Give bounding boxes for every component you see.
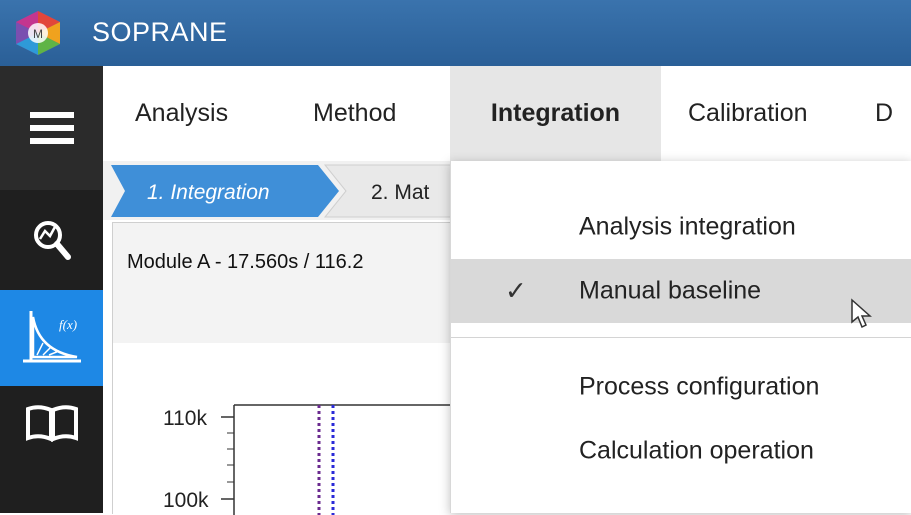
- menu-item-manual-baseline[interactable]: ✓ Manual baseline: [451, 259, 911, 323]
- book-icon: [25, 404, 78, 442]
- tab-integration[interactable]: Integration: [450, 66, 661, 161]
- menu-item-calculation-operation[interactable]: Calculation operation: [451, 419, 911, 483]
- menu-item-process-configuration[interactable]: Process configuration: [451, 355, 911, 419]
- tab-method[interactable]: Method: [313, 66, 396, 161]
- step-1-label: 1. Integration: [147, 181, 270, 204]
- menu-item-label: Process configuration: [579, 372, 820, 401]
- title-bar: M SOPRANE: [0, 0, 911, 66]
- y-tick-label-100k: 100k: [163, 489, 209, 512]
- menu-item-label: Manual baseline: [579, 276, 762, 305]
- sidebar: f(x): [0, 66, 103, 513]
- y-minor-ticks: [227, 432, 234, 483]
- fx-icon-label: f(x): [59, 317, 77, 332]
- menu-bar: Analysis Method Integration Calibration …: [103, 66, 911, 161]
- tab-d-truncated[interactable]: D: [875, 66, 893, 161]
- app-title: SOPRANE: [92, 17, 228, 47]
- menu-separator: [451, 337, 911, 338]
- app-logo-icon: M: [16, 11, 60, 55]
- sidebar-item-integration[interactable]: f(x): [0, 290, 103, 386]
- svg-text:M: M: [33, 27, 43, 41]
- integration-fx-icon: f(x): [22, 311, 81, 363]
- hamburger-menu-button[interactable]: [0, 66, 103, 190]
- module-label: Module A - 17.560s / 116.2: [127, 251, 364, 273]
- sidebar-item-documentation[interactable]: [0, 386, 103, 513]
- menu-item-analysis-integration[interactable]: Analysis integration: [451, 195, 911, 259]
- menu-item-label: Calculation operation: [579, 436, 814, 465]
- y-tick-label-110k: 110k: [163, 407, 207, 430]
- hamburger-menu-icon: [29, 112, 74, 144]
- checkmark-icon: ✓: [505, 275, 527, 306]
- menu-item-label: Analysis integration: [579, 212, 796, 241]
- tab-analysis[interactable]: Analysis: [135, 66, 228, 161]
- sidebar-item-analysis[interactable]: [0, 190, 103, 290]
- step-2-label: 2. Mat: [371, 181, 430, 204]
- mouse-cursor-icon: [851, 298, 872, 329]
- tab-calibration[interactable]: Calibration: [688, 66, 808, 161]
- integration-dropdown-menu: Analysis integration ✓ Manual baseline P…: [450, 161, 911, 513]
- analysis-search-icon: [33, 221, 71, 260]
